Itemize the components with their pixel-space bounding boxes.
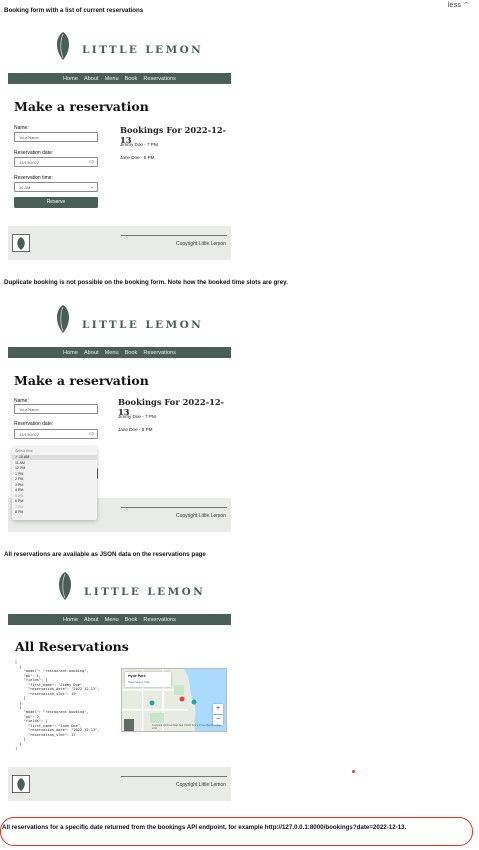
dropdown-header: Select time (15, 449, 33, 453)
caption-json-reservations: All reservations are available as JSON d… (4, 551, 206, 558)
nav-bar: Home About Menu Book Reservations (8, 614, 231, 625)
nav-bar: Home About Menu Book Reservations (8, 73, 231, 84)
dropdown-option[interactable]: 2 PM (15, 477, 23, 481)
footer-divider (121, 507, 227, 508)
footer: Copyright Little Lemon (8, 767, 231, 801)
nav-home[interactable]: Home (63, 350, 78, 356)
dropdown-option[interactable]: 8 PM (15, 510, 23, 514)
date-label: Reservation date: (14, 421, 54, 427)
dropdown-option[interactable]: 3 PM (15, 483, 23, 487)
nav-reservations[interactable]: Reservations (143, 76, 176, 82)
zoom-in-button[interactable]: + (213, 704, 223, 714)
brand-name: LITTLE LEMON (84, 586, 206, 598)
nav-bar: Home About Menu Book Reservations (8, 347, 231, 358)
less-toggle[interactable]: less ⌃ (447, 1, 469, 9)
footer-divider (121, 235, 227, 236)
date-value: 12/13/2022 (19, 432, 40, 437)
nav-about[interactable]: About (84, 617, 99, 623)
site-logo[interactable]: LITTLE LEMON (8, 29, 231, 69)
nav-menu[interactable]: Menu (105, 350, 119, 356)
time-label: Reservation time: (14, 175, 53, 181)
date-value: 12/13/2022 (19, 160, 40, 165)
nav-reservations[interactable]: Reservations (143, 350, 176, 356)
lemon-leaf-icon (57, 32, 69, 60)
name-input[interactable]: Your Name (14, 404, 98, 414)
footer-logo[interactable] (12, 775, 30, 793)
dropdown-option[interactable]: 6 PM (15, 499, 23, 503)
map-attribution: Keyboard shortcuts Map data ©2022 Terms … (152, 724, 221, 730)
dropdown-option-disabled: 7 PM (15, 504, 24, 509)
date-input[interactable]: 12/13/2022 ▭ (14, 429, 98, 439)
name-label: Name: (14, 125, 29, 131)
nav-about[interactable]: About (84, 350, 99, 356)
date-label: Reservation date: (14, 150, 54, 156)
dropdown-option[interactable]: 12 PM (15, 466, 25, 470)
footer-divider (121, 776, 227, 777)
brand-name: LITTLE LEMON (82, 44, 204, 56)
caption-api-endpoint: All reservations for a specific date ret… (2, 824, 407, 831)
booking-item: Jane Doe - 5 PM (118, 427, 153, 432)
nav-menu[interactable]: Menu (105, 617, 119, 623)
dropdown-option[interactable]: 1 PM (15, 472, 23, 476)
nav-home[interactable]: Home (63, 76, 78, 82)
dropdown-option[interactable]: 4 PM (15, 488, 23, 492)
lemon-leaf-icon (59, 572, 71, 600)
reservations-json: [ { "model": "restaurant.booking", "pk":… (15, 660, 100, 751)
caption-booking-form: Booking form with a list of current rese… (4, 7, 144, 14)
time-dropdown[interactable]: Select time ✓ 10 AM 11 AM 12 PM 1 PM 2 P… (12, 447, 97, 520)
nav-home[interactable]: Home (63, 617, 78, 623)
copyright-text: Copyright Little Lemon (175, 782, 226, 788)
nav-book[interactable]: Book (125, 76, 138, 82)
nav-menu[interactable]: Menu (105, 76, 119, 82)
screenshot-booking-form: LITTLE LEMON Home About Menu Book Reserv… (8, 24, 231, 260)
booking-item: Jimmy Doe - 7 PM (120, 142, 158, 147)
nav-reservations[interactable]: Reservations (143, 617, 176, 623)
red-dot-marker (352, 770, 355, 773)
map-info-card: Hyde Park View larger map (125, 672, 171, 687)
booking-item: Jane Doe - 5 PM (120, 155, 155, 160)
nav-book[interactable]: Book (125, 350, 138, 356)
map-embed[interactable]: Hyde Park View larger map + − Keyboard s… (121, 668, 227, 732)
name-input[interactable]: Your Name (14, 132, 98, 142)
booking-form-section: Make a reservation Name: Your Name Reser… (8, 90, 231, 226)
calendar-icon[interactable]: ▭ (89, 158, 94, 167)
copyright-text: Copyright Little Lemon (175, 513, 226, 519)
time-select[interactable]: 10 AM ⌄ (14, 182, 98, 192)
lemon-leaf-icon (17, 778, 25, 791)
site-logo[interactable]: LITTLE LEMON (8, 302, 231, 342)
nav-about[interactable]: About (84, 76, 99, 82)
nav-book[interactable]: Book (125, 617, 138, 623)
brand-name: LITTLE LEMON (82, 319, 204, 331)
date-input[interactable]: 12/13/2022 ▭ (14, 157, 98, 167)
map-place-name: Hyde Park (128, 674, 146, 678)
footer-logo[interactable] (12, 234, 30, 252)
caption-duplicate-booking: Duplicate booking is not possible on the… (4, 279, 288, 286)
view-larger-map-link[interactable]: View larger map (128, 680, 150, 684)
chevron-down-icon: ⌄ (89, 184, 94, 190)
lemon-leaf-icon (57, 305, 69, 333)
page-title: All Reservations (15, 639, 129, 654)
copyright-text: Copyright Little Lemon (175, 241, 226, 247)
footer: Copyright Little Lemon (8, 226, 231, 260)
page-title: Make a reservation (14, 373, 149, 388)
booking-item: Jimmy Doe - 7 PM (118, 414, 156, 419)
reserve-button[interactable]: Reserve (14, 197, 98, 208)
calendar-icon[interactable]: ▭ (89, 430, 94, 439)
dropdown-option-disabled: 5 PM (15, 493, 24, 498)
site-logo[interactable]: LITTLE LEMON (8, 569, 231, 609)
lemon-leaf-icon (17, 237, 25, 250)
time-value: 10 AM (19, 185, 31, 190)
page-title: Make a reservation (14, 99, 149, 114)
dropdown-option[interactable]: 11 AM (15, 461, 25, 465)
dropdown-option[interactable]: ✓ 10 AM (15, 455, 29, 459)
